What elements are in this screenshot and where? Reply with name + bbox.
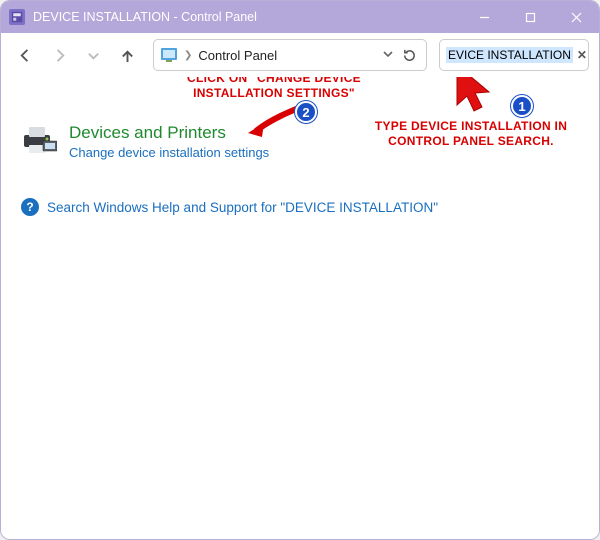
control-panel-window: DEVICE INSTALLATION - Control Panel (0, 0, 600, 540)
annotation-step2-text: CLICK ON "CHANGE DEVICE INSTALLATION SET… (179, 77, 369, 101)
search-query-text: EVICE INSTALLATION (446, 47, 573, 63)
breadcrumb-item[interactable]: Control Panel (198, 48, 277, 63)
search-result: Devices and Printers Change device insta… (21, 123, 583, 160)
clear-search-button[interactable]: ✕ (573, 48, 587, 62)
control-panel-small-icon (160, 46, 178, 64)
search-input[interactable]: EVICE INSTALLATION ✕ (439, 39, 589, 71)
help-search-link[interactable]: Search Windows Help and Support for "DEV… (47, 200, 438, 215)
forward-button[interactable] (45, 41, 73, 69)
toolbar: ❯ Control Panel EVICE INSTALLATION ✕ (1, 33, 599, 77)
chevron-right-icon: ❯ (184, 50, 192, 61)
result-text-block: Devices and Printers Change device insta… (69, 123, 269, 160)
window-controls (461, 1, 599, 33)
help-search-row: ? Search Windows Help and Support for "D… (21, 198, 583, 216)
maximize-button[interactable] (507, 1, 553, 33)
minimize-button[interactable] (461, 1, 507, 33)
annotation-badge-1: 1 (511, 95, 533, 117)
content-area: Devices and Printers Change device insta… (1, 77, 599, 539)
back-button[interactable] (11, 41, 39, 69)
change-device-installation-settings-link[interactable]: Change device installation settings (69, 145, 269, 160)
recent-locations-button[interactable] (79, 41, 107, 69)
devices-and-printers-icon (21, 123, 57, 157)
close-button[interactable] (553, 1, 599, 33)
help-icon: ? (21, 198, 39, 216)
up-button[interactable] (113, 41, 141, 69)
control-panel-icon (9, 9, 25, 25)
chevron-down-icon[interactable] (382, 48, 394, 63)
titlebar: DEVICE INSTALLATION - Control Panel (1, 1, 599, 33)
annotation-badge-2: 2 (295, 101, 317, 123)
window-title: DEVICE INSTALLATION - Control Panel (33, 10, 461, 24)
refresh-button[interactable] (398, 41, 420, 69)
address-bar[interactable]: ❯ Control Panel (153, 39, 427, 71)
annotation-cursor (453, 77, 491, 119)
devices-and-printers-link[interactable]: Devices and Printers (69, 123, 226, 142)
